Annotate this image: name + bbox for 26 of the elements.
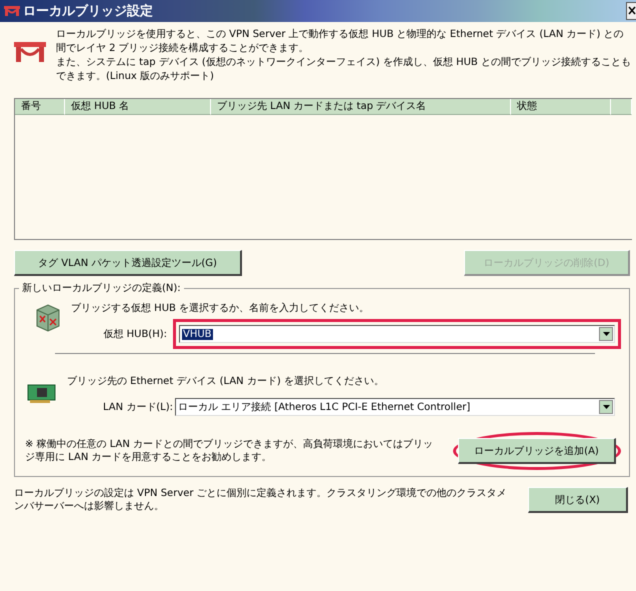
description-text: また、システムに tap デバイス (仮想のネットワークインターフェイス) を作成し、仮想 HUB との間でブリッジ接続することもできます。(Linux 版のみサポート) — [56, 56, 632, 84]
bridge-icon — [4, 6, 20, 16]
column-header[interactable]: 状態 — [511, 99, 611, 115]
column-header[interactable]: ブリッジ先 LAN カードまたは tap デバイス名 — [211, 99, 511, 115]
lan-combo-box[interactable]: ローカル エリア接続 [Atheros L1C PCI-E Ethernet Controller] — [175, 398, 615, 416]
lan-label: LAN カード(L): — [102, 401, 173, 414]
hub-combo-box[interactable]: VHUB — [179, 325, 615, 343]
column-header[interactable]: 番号 — [15, 99, 65, 115]
column-header[interactable]: 仮想 HUB 名 — [65, 99, 211, 115]
close-button[interactable]: 閉じる(X) — [528, 487, 628, 513]
close-icon[interactable] — [626, 2, 636, 20]
hub-label: 仮想 HUB(H): — [102, 328, 167, 341]
window-title: ローカルブリッジ設定 — [23, 2, 153, 20]
dropdown-arrow-icon — [602, 405, 610, 409]
add-bridge-button[interactable]: ローカルブリッジを追加(A) — [458, 438, 616, 464]
header-filler — [611, 99, 632, 115]
description-text: ローカルブリッジを使用すると、この VPN Server 上で動作する仮想 HUB と物理的な Ethernet デバイス (LAN カード) との間でレイヤ 2 ブリッジ接続を構成することができます。 — [56, 28, 625, 56]
switch-icon — [35, 303, 61, 333]
dropdown-arrow-icon — [602, 332, 610, 336]
note-text: ※ 稼働中の任意の LAN カードとの間でブリッジできますが、高負荷環境においてはブリッジ専用に LAN カードを用意することをお勧めします。 — [25, 438, 434, 464]
lan-prompt: ブリッジ先の Ethernet デバイス (LAN カード) を選択してください。 — [67, 374, 385, 388]
network-card-icon — [27, 382, 57, 406]
hub-prompt: ブリッジする仮想 HUB を選択するか、名前を入力してください。 — [71, 302, 370, 315]
vlan-tool-button[interactable]: タグ VLAN パケット透過設定ツール(G) — [14, 250, 242, 276]
bridge-icon — [14, 42, 46, 62]
footer-note: ローカルブリッジの設定は VPN Server ごとに個別に定義されます。クラスタリング環境での他のクラスタメンバサーバーへは影響しません。 — [14, 487, 508, 513]
